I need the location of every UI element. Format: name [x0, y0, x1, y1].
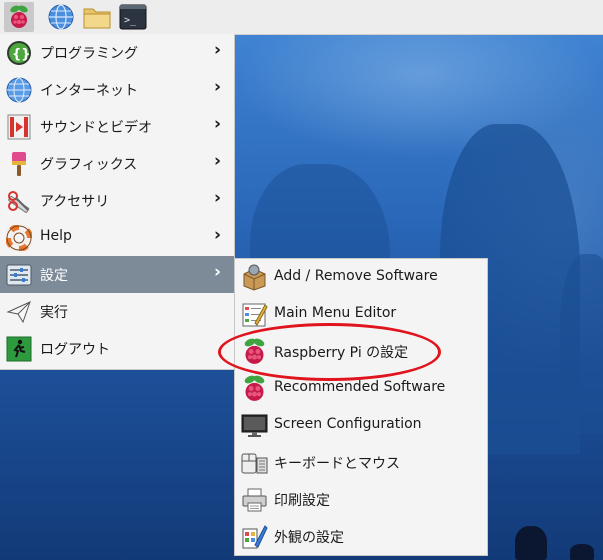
submenu-arrow-icon: ›	[214, 40, 222, 60]
menu-item-label: ログアウト	[40, 342, 110, 358]
submenu-item-main-menu-editor[interactable]: Main Menu Editor	[235, 296, 487, 333]
submenu-item-appearance-settings[interactable]: 外観の設定	[235, 518, 487, 555]
terminal-icon: >_	[119, 4, 147, 30]
graphics-brush-icon	[6, 151, 32, 177]
sound-video-icon	[6, 114, 32, 140]
submenu-item-label: 外観の設定	[274, 530, 344, 546]
web-browser-launcher[interactable]	[46, 2, 76, 32]
menu-item-run[interactable]: 実行	[0, 293, 234, 330]
logout-icon	[6, 336, 32, 362]
help-lifebuoy-icon	[5, 224, 33, 252]
submenu-item-label: キーボードとマウス	[274, 456, 400, 472]
web-browser-icon	[48, 4, 74, 30]
menu-item-label: アクセサリ	[40, 194, 110, 210]
submenu-item-raspberry-pi-config[interactable]: Raspberry Pi の設定	[235, 333, 487, 370]
raspberry-menu-icon	[10, 5, 28, 28]
terminal-launcher[interactable]: >_	[118, 2, 148, 32]
package-icon	[241, 264, 268, 291]
raspberry-icon	[241, 338, 268, 365]
menu-editor-icon	[241, 301, 268, 328]
wallpaper-figure	[570, 544, 594, 560]
wallpaper-figure	[515, 526, 547, 560]
submenu-item-label: Main Menu Editor	[274, 305, 397, 321]
menu-item-label: 実行	[40, 305, 68, 321]
menu-item-internet[interactable]: インターネット ›	[0, 71, 234, 108]
submenu-arrow-icon: ›	[214, 225, 222, 245]
file-manager-launcher[interactable]	[82, 2, 112, 32]
keyboard-mouse-icon	[241, 449, 268, 476]
menu-item-sound-video[interactable]: サウンドとビデオ ›	[0, 108, 234, 145]
taskbar: >_	[0, 0, 603, 35]
settings-icon	[6, 262, 32, 288]
main-menu: {} プログラミング › インターネット › サウンドとビデオ › グラフィック…	[0, 34, 235, 370]
submenu-item-label: Screen Configuration	[274, 416, 422, 432]
menu-item-label: プログラミング	[40, 46, 138, 62]
file-manager-icon	[83, 8, 111, 29]
menu-item-label: Help	[40, 228, 72, 244]
wallpaper-mountain	[560, 254, 603, 434]
svg-text:>_: >_	[124, 15, 137, 26]
submenu-item-add-remove-software[interactable]: Add / Remove Software	[235, 259, 487, 296]
internet-globe-icon	[6, 77, 32, 103]
submenu-item-print-settings[interactable]: 印刷設定	[235, 481, 487, 518]
menu-item-label: グラフィックス	[40, 157, 138, 173]
submenu-item-label: Add / Remove Software	[274, 268, 438, 284]
menu-item-graphics[interactable]: グラフィックス ›	[0, 145, 234, 182]
appearance-icon	[241, 523, 268, 550]
submenu-item-recommended-software[interactable]: Recommended Software	[235, 370, 487, 407]
menu-item-settings[interactable]: 設定 ›	[0, 256, 234, 293]
menu-item-help[interactable]: Help ›	[0, 219, 234, 256]
svg-text:{}: {}	[12, 47, 31, 62]
submenu-arrow-icon: ›	[214, 262, 222, 282]
raspberry-icon	[241, 375, 268, 402]
accessories-icon	[6, 188, 32, 214]
submenu-item-label: Recommended Software	[274, 379, 446, 395]
submenu-arrow-icon: ›	[214, 114, 222, 134]
submenu-item-keyboard-mouse[interactable]: キーボードとマウス	[235, 444, 487, 481]
programming-icon: {}	[6, 40, 32, 66]
menu-item-label: インターネット	[40, 83, 138, 99]
submenu-arrow-icon: ›	[214, 151, 222, 171]
raspberry-menu-button[interactable]	[4, 2, 34, 32]
run-paperplane-icon	[6, 299, 32, 325]
menu-item-logout[interactable]: ログアウト	[0, 330, 234, 367]
printer-icon	[241, 486, 268, 513]
menu-item-label: サウンドとビデオ	[40, 120, 152, 136]
submenu-arrow-icon: ›	[214, 188, 222, 208]
menu-item-label: 設定	[40, 268, 68, 284]
submenu-item-label: 印刷設定	[274, 493, 330, 509]
monitor-icon	[241, 412, 268, 439]
submenu-item-screen-configuration[interactable]: Screen Configuration	[235, 407, 487, 444]
submenu-item-label: Raspberry Pi の設定	[274, 345, 409, 361]
menu-item-programming[interactable]: {} プログラミング ›	[0, 34, 234, 71]
menu-item-accessories[interactable]: アクセサリ ›	[0, 182, 234, 219]
settings-submenu: Add / Remove Software Main Menu Editor R…	[234, 258, 488, 556]
submenu-arrow-icon: ›	[214, 77, 222, 97]
